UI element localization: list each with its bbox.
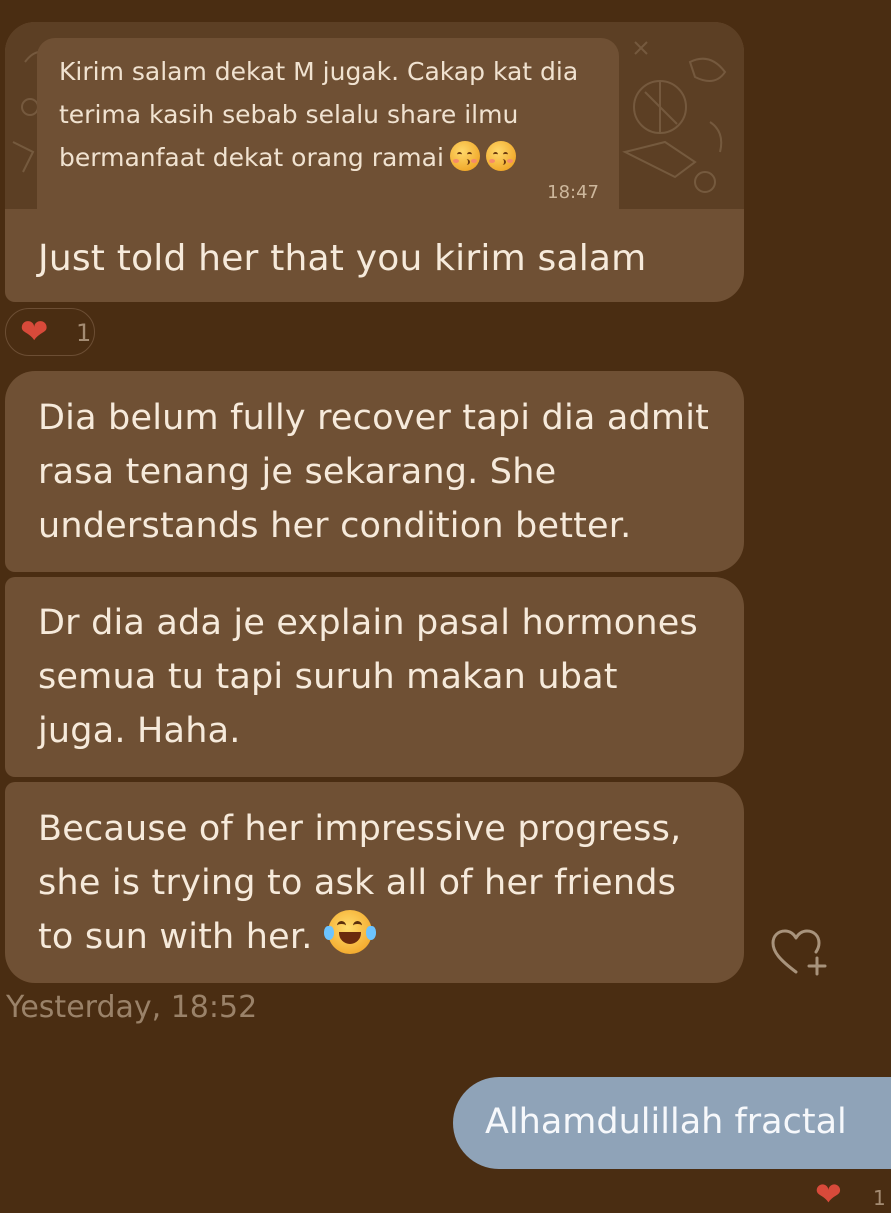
message-text: Just told her that you kirim salam [38, 238, 647, 279]
reaction-count: 1 [76, 319, 92, 347]
quoted-message[interactable]: Kirim salam dekat M jugak. Cakap kat dia… [5, 22, 744, 209]
message-bubble[interactable]: Dia belum fully recover tapi dia admit r… [5, 371, 744, 572]
face-with-tears-of-joy-icon [323, 910, 376, 954]
message-text-wrap: Because of her impressive progress, she … [38, 802, 714, 964]
outgoing-message-bubble[interactable]: Alhamdulillah fractal [453, 1077, 891, 1169]
quoted-bubble: Kirim salam dekat M jugak. Cakap kat dia… [37, 38, 619, 209]
message-text: Dr dia ada je explain pasal hormones sem… [38, 603, 698, 751]
message-bubble[interactable]: Kirim salam dekat M jugak. Cakap kat dia… [5, 22, 744, 302]
message-text: Dia belum fully recover tapi dia admit r… [38, 398, 710, 546]
kissing-face-icon [485, 141, 516, 171]
quoted-timestamp: 18:47 [547, 182, 599, 203]
kissing-face-icon [449, 141, 480, 171]
message-bubble[interactable]: Because of her impressive progress, she … [5, 782, 744, 983]
reaction-pill[interactable]: ❤ 1 [5, 308, 95, 356]
add-reaction-icon[interactable] [770, 928, 830, 978]
heart-icon[interactable]: ❤ [815, 1178, 842, 1210]
message-bubble[interactable]: Dr dia ada je explain pasal hormones sem… [5, 577, 744, 777]
reaction-count: 1 [873, 1186, 886, 1210]
heart-icon: ❤ [20, 312, 49, 352]
message-timestamp: Yesterday, 18:52 [6, 990, 258, 1025]
message-text: Alhamdulillah fractal [485, 1102, 847, 1142]
quoted-text: Kirim salam dekat M jugak. Cakap kat dia… [59, 57, 579, 172]
